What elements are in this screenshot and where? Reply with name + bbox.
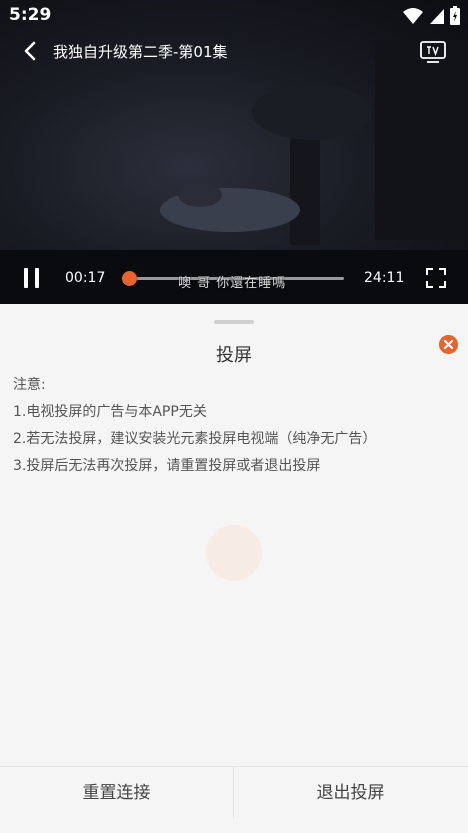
tv-cast-icon[interactable] bbox=[420, 39, 446, 65]
status-bar: 5:29 bbox=[0, 0, 468, 32]
video-player[interactable]: 5:29 我独自升级第二季-第01集 00:17 噢 哥 你還在睡嗎 24:11 bbox=[0, 0, 468, 304]
panel-title: 投屏 bbox=[216, 345, 252, 366]
reset-connection-button[interactable]: 重置连接 bbox=[0, 767, 233, 819]
pause-button[interactable] bbox=[22, 268, 42, 288]
player-controls: 00:17 噢 哥 你還在睡嗎 24:11 bbox=[0, 262, 468, 294]
fullscreen-icon[interactable] bbox=[425, 267, 447, 289]
back-arrow-icon[interactable] bbox=[20, 40, 42, 62]
video-title: 我独自升级第二季-第01集 bbox=[53, 43, 228, 61]
duration: 24:11 bbox=[364, 270, 405, 286]
note-item: 1.电视投屏的广告与本APP无关 bbox=[13, 404, 207, 420]
signal-icon bbox=[430, 8, 444, 24]
player-top-bar: 我独自升级第二季-第01集 bbox=[0, 32, 468, 70]
current-time: 00:17 bbox=[65, 270, 106, 286]
close-icon[interactable] bbox=[439, 335, 458, 354]
note-item: 3.投屏后无法再次投屏，请重置投屏或者退出投屏 bbox=[13, 458, 321, 474]
progress-thumb[interactable] bbox=[121, 271, 137, 286]
note-heading: 注意: bbox=[13, 377, 46, 393]
drag-handle[interactable] bbox=[214, 320, 254, 324]
exit-cast-button[interactable]: 退出投屏 bbox=[234, 767, 467, 819]
battery-icon bbox=[450, 6, 460, 25]
video-subtitle: 噢 哥 你還在睡嗎 bbox=[178, 276, 287, 291]
status-time: 5:29 bbox=[9, 5, 52, 25]
cast-panel: 投屏 注意: 1.电视投屏的广告与本APP无关 2.若无法投屏，建议安装光元素投… bbox=[0, 306, 468, 833]
loading-indicator bbox=[206, 525, 262, 581]
panel-actions: 重置连接 退出投屏 bbox=[0, 766, 468, 833]
cast-notes: 注意: 1.电视投屏的广告与本APP无关 2.若无法投屏，建议安装光元素投屏电视… bbox=[13, 372, 376, 480]
wifi-icon bbox=[403, 7, 423, 24]
note-item: 2.若无法投屏，建议安装光元素投屏电视端（纯净无广告） bbox=[13, 431, 377, 447]
